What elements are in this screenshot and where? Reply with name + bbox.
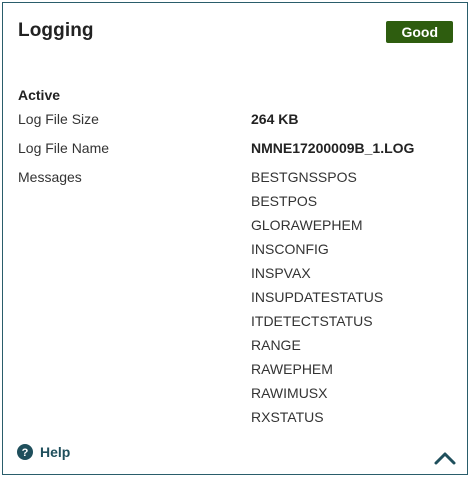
message-item: RAWIMUSX: [251, 385, 328, 401]
log-file-name-value: NMNE17200009B_1.LOG: [251, 140, 415, 156]
message-item: INSCONFIG: [251, 241, 329, 257]
message-item: ITDETECTSTATUS: [251, 313, 373, 329]
message-item: BESTPOS: [251, 193, 318, 209]
help-link[interactable]: ? Help: [17, 444, 70, 460]
message-item: RANGE: [251, 337, 301, 353]
log-file-size-value: 264 KB: [251, 111, 299, 127]
question-circle-icon: ?: [17, 444, 33, 460]
message-item: GLORAWEPHEM: [251, 217, 363, 233]
message-item: INSUPDATESTATUS: [251, 289, 384, 305]
logging-card: Logging Good Active Log File Size 264 KB…: [2, 2, 468, 475]
log-file-name-label: Log File Name: [18, 140, 110, 156]
card-title: Logging: [18, 20, 94, 41]
message-item: BESTGNSSPOS: [251, 169, 357, 185]
message-item: RXSTATUS: [251, 409, 324, 425]
svg-text:?: ?: [22, 447, 29, 459]
message-item: RAWEPHEM: [251, 361, 333, 377]
messages-list: BESTGNSSPOS BESTPOS GLORAWEPHEM INSCONFI…: [251, 169, 383, 433]
help-label: Help: [40, 444, 71, 460]
message-item: INSPVAX: [251, 265, 311, 281]
messages-label: Messages: [18, 169, 82, 185]
chevron-up-icon: [434, 452, 456, 465]
collapse-button[interactable]: [433, 449, 457, 467]
section-heading-active: Active: [18, 87, 61, 103]
status-badge: Good: [386, 21, 453, 43]
log-file-size-label: Log File Size: [18, 111, 99, 127]
